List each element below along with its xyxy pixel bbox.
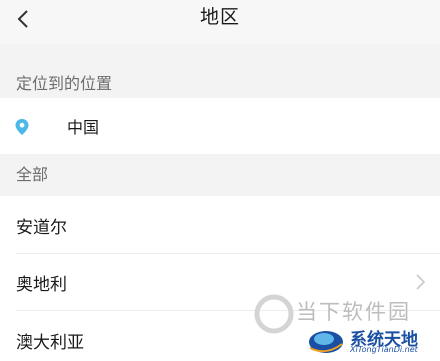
header-bar: 地区 — [0, 0, 440, 44]
page-title: 地区 — [199, 6, 240, 28]
all-section-label: 全部 — [16, 165, 49, 184]
region-item-label: 澳大利亚 — [16, 333, 84, 353]
region-item-label: 奥地利 — [16, 275, 67, 295]
located-region-label: 中国 — [67, 118, 100, 137]
region-item-label: 安道尔 — [16, 218, 67, 238]
region-item-austria[interactable]: 奥地利 — [0, 253, 440, 311]
located-region-row[interactable]: 中国 — [0, 98, 440, 154]
region-list: 安道尔 奥地利 澳大利亚 — [0, 196, 440, 361]
location-pin-icon — [15, 119, 29, 135]
region-item-andorra[interactable]: 安道尔 — [0, 196, 440, 254]
chevron-right-icon — [416, 274, 426, 290]
located-section-label: 定位到的位置 — [16, 74, 113, 93]
region-item-australia[interactable]: 澳大利亚 — [0, 311, 440, 361]
